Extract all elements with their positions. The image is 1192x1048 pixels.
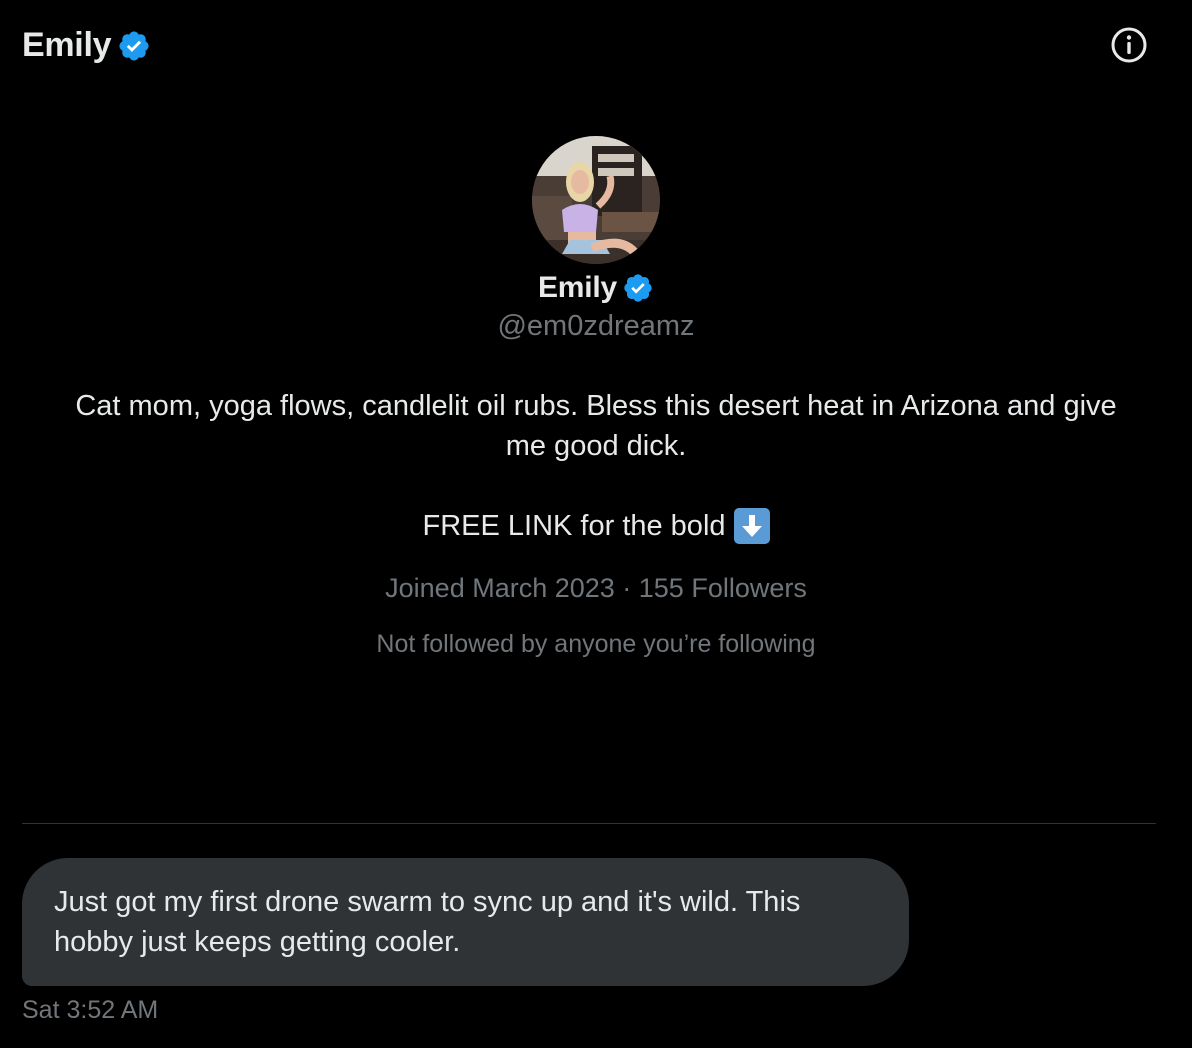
profile-summary: Emily @em0zdreamz Cat mom, yoga flows, c… — [0, 136, 1192, 662]
section-divider — [22, 823, 1156, 824]
profile-name-row: Emily — [0, 268, 1192, 308]
conversation-header: Emily — [0, 0, 1192, 92]
info-icon[interactable] — [1110, 26, 1148, 64]
profile-display-name: Emily — [537, 271, 618, 304]
header-title-group[interactable]: Emily — [22, 26, 151, 65]
profile-bio: Cat mom, yoga flows, candlelit oil rubs.… — [75, 390, 1117, 462]
verified-badge-icon — [622, 272, 654, 304]
header-title: Emily — [22, 26, 112, 64]
profile-handle[interactable]: @em0zdreamz — [0, 310, 1192, 346]
message-timestamp: Sat 3:52 AM — [22, 996, 159, 1024]
followers-you-know: Not followed by anyone you’re following — [376, 630, 816, 658]
down-arrow-emoji-icon — [733, 508, 770, 544]
verified-badge-icon — [117, 29, 151, 63]
message-bubble[interactable]: Just got my first drone swarm to sync up… — [22, 858, 909, 986]
profile-bio-link-line: FREE LINK for the bold — [0, 506, 1192, 546]
profile-bio-link-text: FREE LINK for the bold — [422, 510, 726, 542]
profile-join-followers[interactable]: Joined March 2023 · 155 Followers — [0, 568, 1192, 608]
avatar[interactable] — [532, 136, 660, 264]
profile-photo — [532, 136, 660, 264]
